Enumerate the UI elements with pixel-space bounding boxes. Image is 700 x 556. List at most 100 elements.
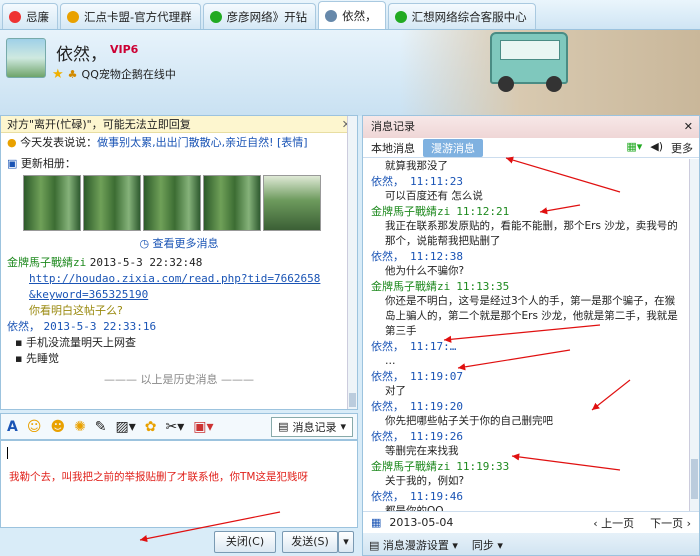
typed-text: 我勒个去，叫我把之前的举报贴删了才联系他，你TM这是犯贱呀 [9, 471, 308, 483]
send-button[interactable]: 发送(S) [282, 531, 338, 553]
next-page-button[interactable]: 下一页 › [650, 515, 691, 531]
record-sender: 依然， [371, 250, 404, 263]
record-message-header: 金牌馬子戰綪zi 11:19:33 [371, 459, 681, 474]
away-notice: 对方"离开(忙碌)"，可能无法立即回复 ✕ [1, 116, 357, 133]
tab-chat-0[interactable]: 忌廉 [2, 3, 58, 29]
album-photo[interactable] [143, 175, 201, 231]
sync-button[interactable]: 同步 ▾ [472, 537, 503, 553]
tab-chat-4[interactable]: 汇想网络综合客服中心 [387, 3, 536, 29]
scroll-thumb[interactable] [349, 393, 356, 407]
close-button[interactable]: 关闭(C) [214, 531, 276, 553]
tab-label: 忌廉 [26, 9, 49, 24]
message-body: http://houdao.zixia.com/read.php?tid=766… [1, 271, 357, 319]
profile-header: 依然， VIP6 ★ ♣ QQ宠物企鹅在线中 ◉▾ ♫▾ ▤▾ ⊞ ▭▾ ▦▾ [0, 30, 700, 116]
speaker-icon[interactable]: ◀) [650, 140, 663, 156]
vip-badge[interactable]: VIP6 [110, 43, 138, 56]
message-text: ▪ 先睡觉 [15, 352, 59, 365]
record-sender: 依然， [371, 490, 404, 503]
emoji-icon[interactable]: ☺ [27, 419, 42, 435]
record-time: 11:19:07 [410, 370, 463, 383]
tab-chat-1[interactable]: 汇点卡盟-官方代理群 [60, 3, 201, 29]
tab-status-icon [209, 10, 222, 23]
tab-label: 彦彦网络》开钻 [226, 9, 308, 24]
record-sender: 依然， [371, 430, 404, 443]
record-message-header: 金牌馬子戰綪zi 11:13:35 [371, 279, 681, 294]
record-tools: ▦▾ ◀) 更多 [626, 140, 693, 156]
record-message-text: 可以百度还有 怎么说 [385, 190, 483, 202]
shake-icon[interactable]: ✺ [74, 419, 86, 435]
tab-local-messages[interactable]: 本地消息 [367, 140, 419, 156]
album-photo[interactable] [23, 175, 81, 231]
history-divider: ——— 以上是历史消息 ——— [104, 373, 254, 386]
message-link[interactable]: &keyword=365325190 [7, 287, 351, 303]
record-sender: 依然， [371, 370, 404, 383]
record-message-header: 依然， 11:17:… [371, 339, 681, 354]
record-sender: 金牌馬子戰綪zi [371, 205, 451, 218]
tab-roaming-messages[interactable]: 漫游消息 [423, 138, 483, 157]
close-icon[interactable]: ✕ [684, 116, 693, 138]
more-messages-link[interactable]: ◷ 查看更多消息 [1, 235, 357, 251]
record-tabs: 本地消息 漫游消息 ▦▾ ◀) 更多 [363, 138, 699, 158]
more-button[interactable]: 更多 [671, 140, 693, 156]
record-sender: 依然， [371, 175, 404, 188]
record-message-text: 等删完在来找我 [385, 445, 459, 457]
scroll-thumb[interactable] [691, 459, 698, 499]
message-record-button[interactable]: ▤ 消息记录 ▾ [271, 416, 353, 437]
contact-nickname: 依然， [56, 45, 107, 65]
record-footer: ▤ 消息漫游设置 ▾ 同步 ▾ [363, 533, 699, 555]
record-message-header: 金牌馬子戰綪zi 11:12:21 [371, 204, 681, 219]
record-sender: 金牌馬子戰綪zi [371, 460, 451, 473]
send-options-chevron-icon[interactable]: ▾ [338, 531, 354, 553]
image-icon[interactable]: ▨▾ [116, 419, 136, 435]
gift-icon[interactable]: ✿ [145, 419, 157, 435]
message-header: 依然， 2013-5-3 22:33:16 [7, 320, 157, 333]
screenshot-icon[interactable]: ✂▾ [166, 419, 185, 435]
album-title: ▣ 更新相册： [7, 157, 76, 170]
record-message-text: 都是你的QQ [385, 505, 444, 511]
album-photo[interactable] [203, 175, 261, 231]
status-line: ★ ♣ QQ宠物企鹅在线中 [52, 66, 176, 82]
tab-chat-3[interactable]: 依然， [318, 1, 386, 29]
album-icon: ▣ [7, 157, 18, 170]
chat-history-pane: 对方"离开(忙碌)"，可能无法立即回复 ✕ ● 今天发表说说：做事别太累,出出门… [0, 115, 358, 410]
pet-icon[interactable]: ♣ [68, 68, 78, 81]
record-message-header: 依然， 11:19:26 [371, 429, 681, 444]
truck-wheel-icon [546, 76, 562, 92]
calendar-icon[interactable]: ▦ [371, 516, 381, 529]
message-input[interactable]: 我勒个去，叫我把之前的举报贴删了才联系他，你TM这是犯贱呀 [0, 440, 358, 528]
record-date-bar: ▦ 2013-05-04 ‹ 上一页 下一页 › [363, 511, 699, 533]
roaming-settings-button[interactable]: ▤ 消息漫游设置 ▾ [369, 537, 458, 553]
record-message-text: 关于我的，例如? [385, 475, 465, 487]
record-scrollbar[interactable] [689, 159, 699, 511]
message-link[interactable]: http://houdao.zixia.com/read.php?tid=766… [7, 271, 351, 287]
record-time: 11:19:33 [456, 460, 510, 473]
font-icon[interactable]: A [7, 419, 18, 435]
format-toolbar: A ☺ ☻ ✺ ✎ ▨▾ ✿ ✂▾ ▣▾ ▤ 消息记录 ▾ [0, 413, 358, 440]
album-photo[interactable] [83, 175, 141, 231]
tab-status-icon [325, 9, 338, 22]
star-icon[interactable]: ★ [52, 67, 64, 82]
magic-emoji-icon[interactable]: ☻ [50, 419, 65, 435]
clock-icon: ◷ [139, 237, 150, 250]
toolbox-icon[interactable]: ▣▾ [193, 419, 213, 435]
mood-text[interactable]: 做事别太累,出出门散散心,亲近自然! [97, 136, 273, 149]
message-text: 你看明白这帖子么? [29, 304, 123, 317]
filter-icon[interactable]: ▦▾ [626, 140, 642, 156]
mood-tag-link[interactable]: [表情] [277, 136, 308, 149]
avatar[interactable] [6, 38, 46, 78]
pen-icon[interactable]: ✎ [95, 419, 107, 435]
record-message-text: 你还是不明白，这号是经过3个人的手，第一是那个骗子，在猴岛上骗人的，第二个就是那… [385, 295, 678, 337]
tab-status-icon [394, 10, 407, 23]
tab-chat-2[interactable]: 彦彦网络》开钻 [202, 3, 317, 29]
tab-status-icon [9, 10, 21, 23]
album-photo[interactable] [263, 175, 321, 231]
record-message-text: 对了 [385, 385, 406, 397]
record-time: 11:17:… [410, 340, 457, 353]
scrollbar[interactable] [347, 116, 357, 409]
record-message-header: 依然， 11:19:20 [371, 399, 681, 414]
message-record-pane: 消息记录 ✕ 本地消息 漫游消息 ▦▾ ◀) 更多 就算我那没了 依然， 11:11… [362, 115, 700, 556]
record-message-text: … [385, 355, 396, 367]
prev-page-button[interactable]: ‹ 上一页 [593, 515, 634, 531]
record-time: 11:19:20 [410, 400, 463, 413]
chevron-down-icon: ▾ [340, 420, 346, 433]
